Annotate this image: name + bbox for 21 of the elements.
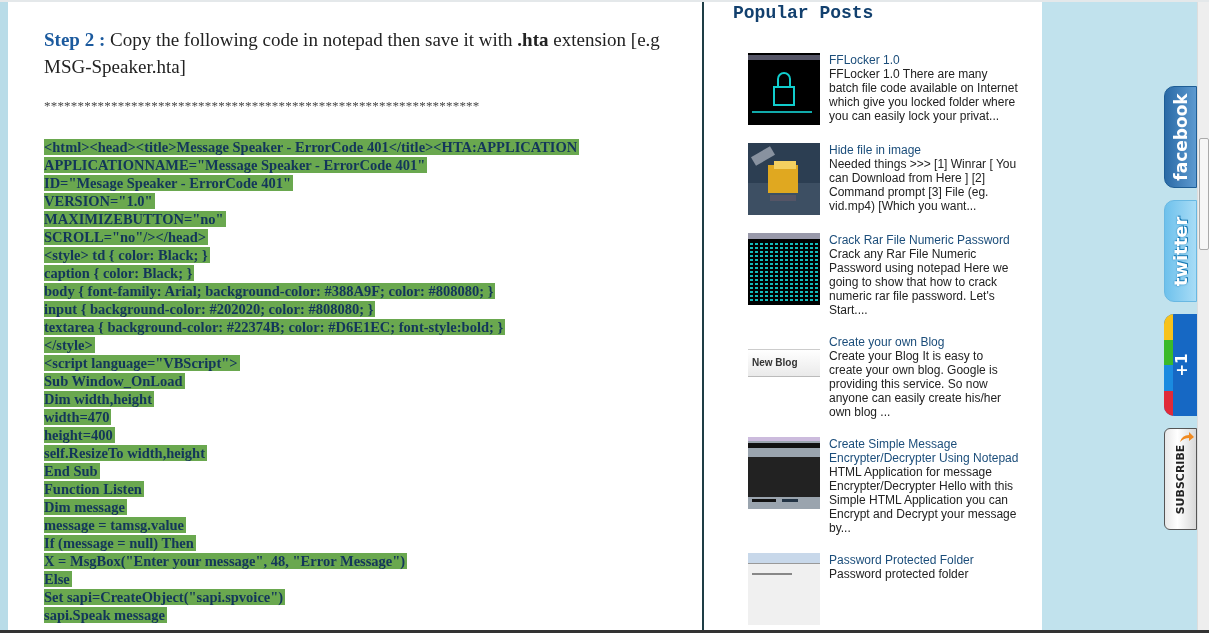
arrow-icon: [1179, 431, 1195, 443]
section-title: Popular Posts: [733, 3, 875, 23]
post-title-link[interactable]: Create your own Blog: [829, 335, 1019, 349]
post-snippet: Crack any Rar File Numeric Password using notepad Here we going to show that how to crack numeric rar file password. Let's Start....: [829, 247, 1010, 317]
post-title-link[interactable]: FFLocker 1.0: [829, 53, 1019, 67]
step-instruction: Step 2 : Copy the following code in notepad then save it with .hta extension [e.g MSG-Speaker.hta]: [44, 28, 661, 79]
post-snippet: FFLocker 1.0 There are many batch file code available on Internet which give you locked folder where you can easily lock your privat...: [829, 67, 1019, 123]
post-snippet: Password protected folder: [829, 567, 970, 581]
post-snippet: HTML Application for message Encrypter/Decrypter Hello with this Simple HTML Application you can Encrypt and Decrypt your message by...: [829, 465, 1018, 535]
social-tab[interactable]: facebook: [1164, 86, 1197, 188]
social-tab[interactable]: SUBSCRIBE: [1164, 428, 1197, 530]
post-title-link[interactable]: Create Simple Message Encrypter/Decrypter Using Notepad: [829, 437, 1019, 465]
post-title-link[interactable]: Hide file in image: [829, 143, 1019, 157]
post-snippet: Create your Blog It is easy to create your own blog. Google is providing this service. So now anyone can easily create his/her own blog ...: [829, 349, 1003, 419]
post-title-link[interactable]: Password Protected Folder: [829, 553, 1019, 567]
thumbnail[interactable]: New Blog: [748, 349, 820, 377]
social-tab[interactable]: +1: [1164, 314, 1197, 416]
post-snippet: Needed things >>> [1] Winrar [ You can Download from Here ] [2] Command prompt [3] File (eg. vid.mp4) [Which you want...: [829, 157, 1018, 213]
separator-line: *****************************************************************: [44, 98, 481, 114]
post-title-link[interactable]: Crack Rar File Numeric Password: [829, 233, 1019, 247]
scrollbar[interactable]: [1197, 2, 1209, 630]
